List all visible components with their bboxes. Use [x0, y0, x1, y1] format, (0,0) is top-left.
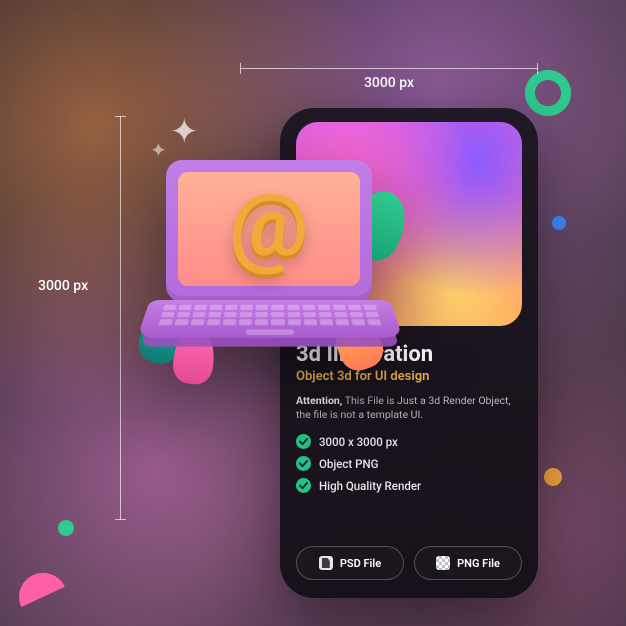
- half-circle-decoration: [11, 565, 65, 607]
- at-symbol-icon: @: [230, 174, 309, 277]
- feature-label: High Quality Render: [319, 479, 421, 493]
- dimension-width-label: 3000 px: [240, 75, 538, 91]
- transparency-icon: [436, 556, 450, 570]
- dot-decoration-blue: [552, 216, 566, 230]
- feature-item: High Quality Render: [296, 478, 522, 493]
- check-icon: [296, 478, 311, 493]
- dimension-height-label: 3000 px: [38, 278, 88, 294]
- dimension-width: 3000 px: [240, 68, 538, 91]
- check-icon: [296, 434, 311, 449]
- png-file-button[interactable]: PNG File: [414, 546, 522, 580]
- check-icon: [296, 456, 311, 471]
- dimension-height: 3000 px: [120, 116, 121, 520]
- card-description-bold: Attention,: [296, 394, 342, 407]
- feature-label: 3000 x 3000 px: [319, 435, 398, 449]
- laptop-keyboard: [137, 300, 403, 338]
- laptop-screen: @: [166, 160, 372, 302]
- feature-label: Object PNG: [319, 457, 378, 471]
- feature-item: 3000 x 3000 px: [296, 434, 522, 449]
- sparkle-icon: ✦: [170, 112, 199, 152]
- keyboard-keys: [158, 305, 381, 325]
- laptop-3d-object: @: [140, 150, 400, 380]
- laptop-trackpad: [246, 329, 294, 335]
- document-icon: [319, 556, 333, 570]
- png-button-label: PNG File: [457, 557, 500, 570]
- button-row: PSD File PNG File: [296, 546, 522, 580]
- laptop-screen-inner: @: [178, 172, 360, 286]
- dot-decoration-orange: [544, 468, 562, 486]
- psd-file-button[interactable]: PSD File: [296, 546, 404, 580]
- dot-decoration-green: [58, 520, 74, 536]
- feature-list: 3000 x 3000 px Object PNG High Quality R…: [296, 434, 522, 493]
- card-description: Attention, This File is Just a 3d Render…: [296, 394, 522, 422]
- psd-button-label: PSD File: [340, 557, 381, 570]
- feature-item: Object PNG: [296, 456, 522, 471]
